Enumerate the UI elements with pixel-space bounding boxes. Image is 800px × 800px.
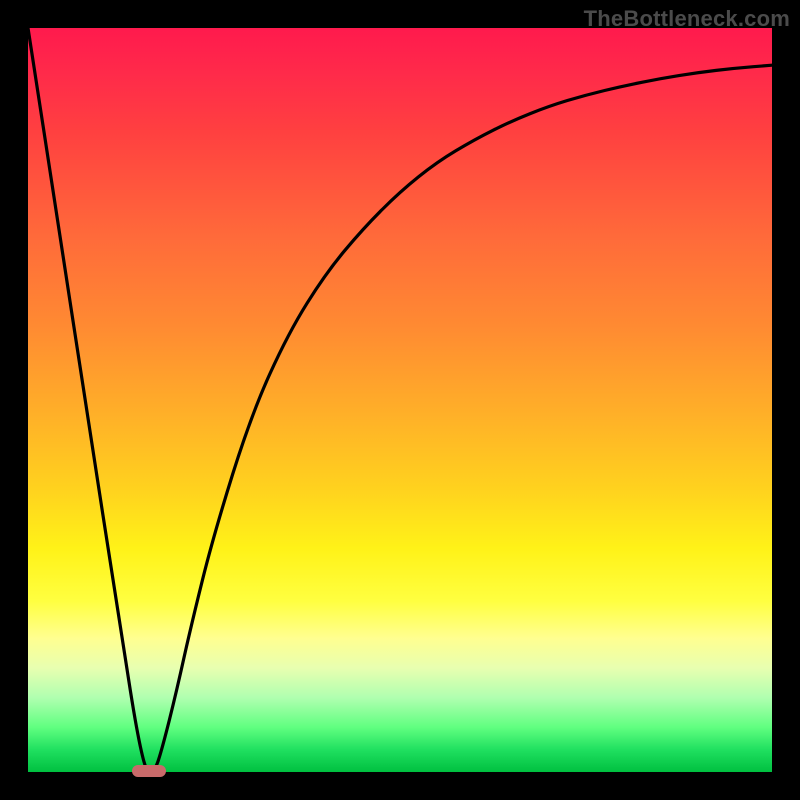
- watermark-text: TheBottleneck.com: [584, 6, 790, 32]
- chart-frame: TheBottleneck.com: [0, 0, 800, 800]
- curve-path: [28, 28, 772, 772]
- bottleneck-curve: [28, 28, 772, 772]
- plot-area: [28, 28, 772, 772]
- optimum-marker: [132, 765, 166, 778]
